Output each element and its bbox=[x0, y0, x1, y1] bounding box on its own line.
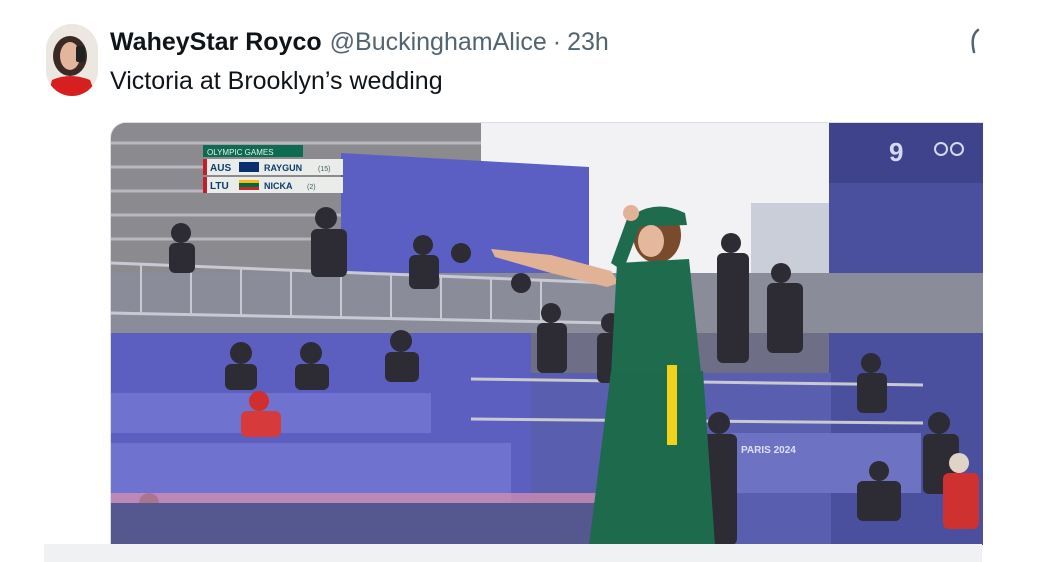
separator-dot: · bbox=[552, 28, 562, 56]
display-name[interactable]: WaheyStar Royco bbox=[110, 28, 322, 57]
timestamp[interactable]: 23h bbox=[567, 28, 609, 57]
more-icon[interactable] bbox=[966, 26, 984, 56]
scoreboard-athlete-2: NICKA bbox=[264, 181, 293, 191]
tweet-card[interactable]: WaheyStar Royco @BuckinghamAlice · 23h V… bbox=[0, 0, 1052, 562]
banner-text: PARIS 2024 bbox=[741, 445, 796, 456]
scoreboard-country-2: LTU bbox=[210, 181, 229, 192]
broadcaster-logo: 9 bbox=[889, 137, 903, 167]
scoreboard-country-1: AUS bbox=[210, 163, 231, 174]
video-player[interactable]: 9 PARIS 2024 OLYMPIC GAMES AUS LTU RAYGU… bbox=[110, 122, 983, 545]
avatar-image bbox=[46, 24, 98, 96]
media-caption-bar bbox=[44, 544, 982, 562]
user-handle[interactable]: @BuckinghamAlice bbox=[330, 28, 547, 57]
scoreboard-seed-2: (2) bbox=[307, 184, 316, 191]
video-frame: 9 PARIS 2024 OLYMPIC GAMES AUS LTU RAYGU… bbox=[111, 123, 983, 545]
tweet-text: Victoria at Brooklyn’s wedding bbox=[110, 67, 443, 95]
scoreboard-seed-1: (15) bbox=[318, 166, 330, 173]
scoreboard-header: OLYMPIC GAMES bbox=[207, 148, 274, 157]
avatar[interactable] bbox=[46, 24, 98, 96]
scoreboard-athlete-1: RAYGUN bbox=[264, 163, 302, 173]
tweet-header: WaheyStar Royco @BuckinghamAlice · 23h bbox=[110, 28, 609, 60]
